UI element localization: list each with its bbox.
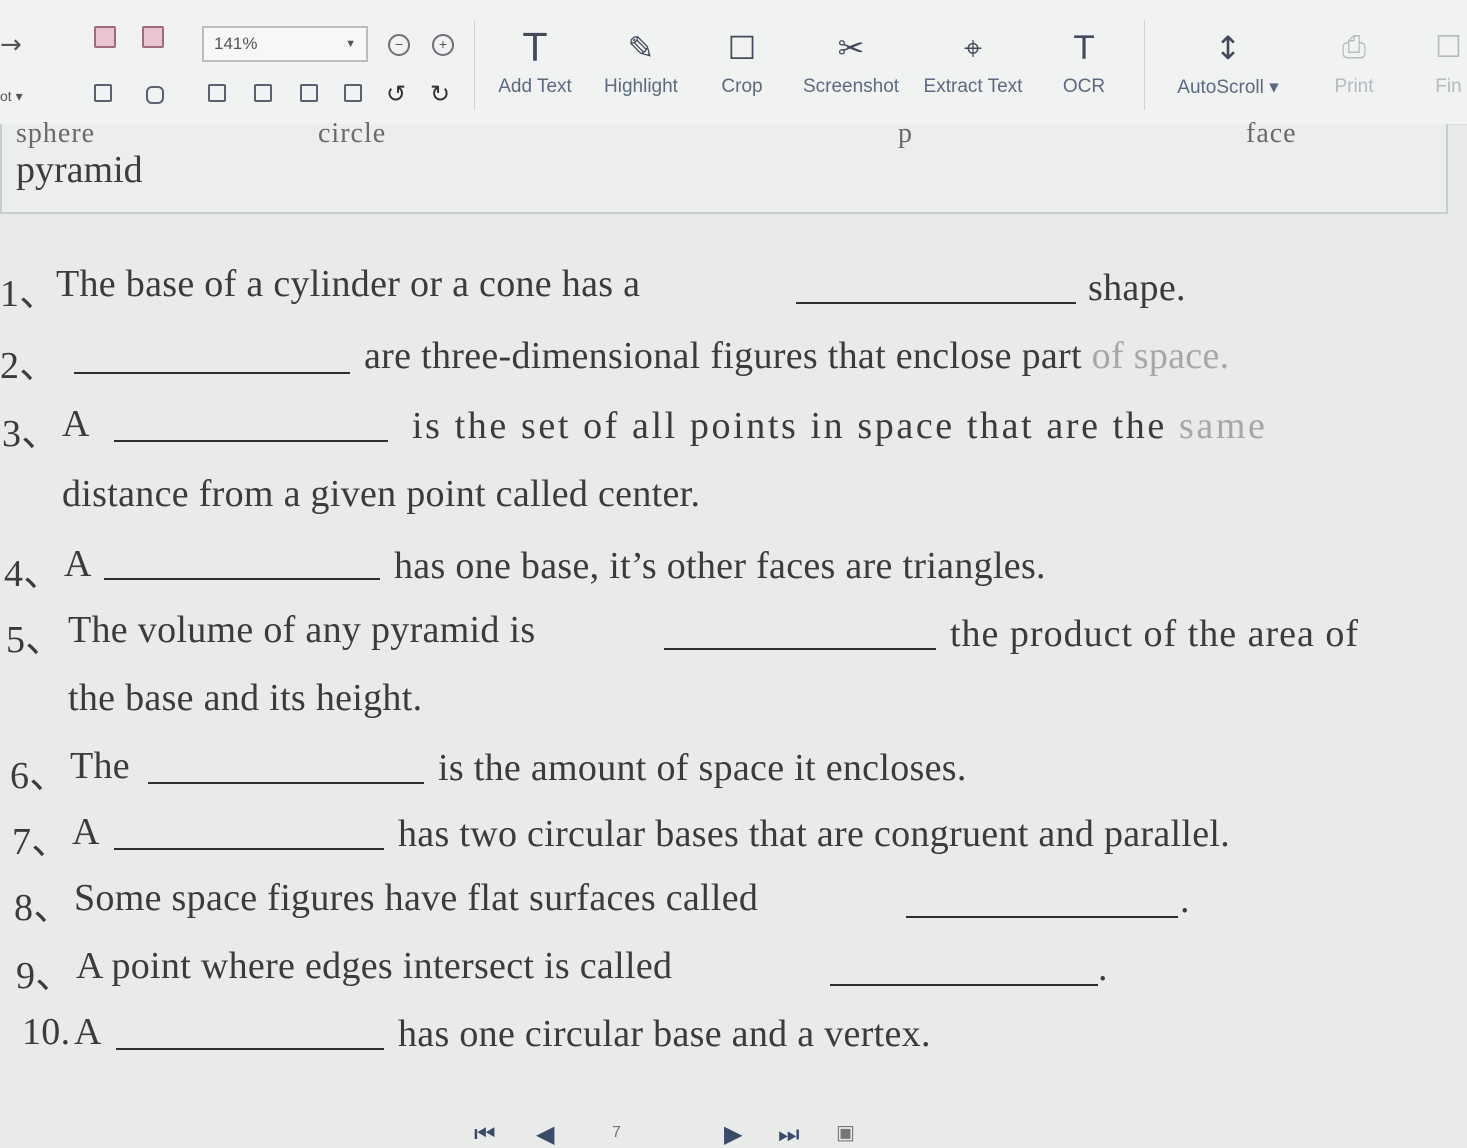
question-text: distance from a given point called cente… — [62, 473, 701, 515]
answer-blank[interactable] — [664, 648, 936, 650]
print-button[interactable]: ⎙ Print — [1326, 24, 1382, 98]
print-icon: ⎙ — [1342, 30, 1366, 65]
answer-blank[interactable] — [104, 578, 380, 580]
find-icon: ☐ — [1435, 30, 1462, 65]
question-text: the product of the area of — [950, 613, 1359, 655]
question-text: A — [72, 811, 100, 853]
find-button[interactable]: ☐ Fin — [1430, 24, 1467, 98]
answer-blank[interactable] — [114, 440, 388, 442]
page-layout-icon[interactable]: ▣ — [836, 1120, 855, 1144]
question-text: the base and its height. — [68, 677, 423, 719]
question-text: A point where edges intersect is called — [76, 945, 673, 987]
question-text: shape. — [1088, 267, 1186, 309]
word-bank-item: p — [898, 118, 913, 149]
question-text: A — [64, 543, 92, 585]
screenshot-icon: ✂ — [837, 29, 865, 67]
answer-blank[interactable] — [796, 302, 1076, 304]
last-page-icon[interactable]: ⏭ — [778, 1120, 800, 1148]
word-bank-item: pyramid — [16, 149, 143, 191]
answer-blank[interactable] — [114, 848, 384, 850]
crop-icon: ☐ — [727, 29, 757, 67]
question-text: The — [70, 745, 130, 787]
answer-blank[interactable] — [116, 1048, 384, 1050]
question-text: Some space figures have flat surfaces ca… — [74, 877, 759, 919]
word-bank-item: face — [1246, 118, 1297, 149]
question-number: 1、 — [0, 273, 58, 315]
first-page-icon[interactable]: ⏮ — [474, 1120, 496, 1148]
highlight-icon: ✎ — [627, 29, 655, 67]
actual-size-icon[interactable] — [300, 84, 318, 102]
question-number: 6、 — [10, 755, 68, 797]
extract-text-button[interactable]: ⌖ Extract Text — [918, 24, 1028, 98]
question-text: A — [62, 403, 90, 445]
ocr-button[interactable]: T OCR — [1058, 24, 1110, 98]
left-menu-label[interactable]: ot ▾ — [0, 88, 23, 105]
text-icon: T — [523, 26, 547, 70]
single-page-view-icon[interactable] — [94, 26, 116, 48]
scroll-mode-icon[interactable] — [146, 86, 164, 104]
question-number: 3、 — [2, 413, 60, 455]
question-number: 10. — [22, 1011, 71, 1053]
double-page-view-icon[interactable] — [142, 26, 164, 48]
answer-blank[interactable] — [906, 916, 1178, 918]
zoom-select[interactable]: 141% ▼ — [202, 26, 368, 62]
question-number: 7、 — [12, 821, 70, 863]
question-number: 9、 — [16, 955, 74, 997]
question-text: is the amount of space it encloses. — [438, 747, 967, 789]
ocr-icon: T — [1074, 29, 1094, 67]
fit-page-icon[interactable] — [208, 84, 226, 102]
word-bank-item: circle — [318, 118, 387, 149]
zoom-value: 141% — [214, 34, 258, 53]
question-text: . — [1180, 879, 1190, 921]
answer-blank[interactable] — [148, 782, 424, 784]
grid-view-icon[interactable] — [94, 84, 112, 102]
question-text: has one circular base and a vertex. — [398, 1013, 931, 1055]
autoscroll-icon: ↕ — [1214, 29, 1242, 67]
question-text: A — [74, 1011, 102, 1053]
highlight-button[interactable]: ✎ Highlight — [596, 24, 686, 98]
rotate-right-icon[interactable]: ↻ — [430, 80, 450, 108]
question-text: . — [1098, 947, 1108, 989]
fit-width-icon[interactable] — [254, 84, 272, 102]
answer-blank[interactable] — [74, 372, 350, 374]
question-text: has two circular bases that are congruen… — [398, 813, 1231, 855]
question-text: The volume of any pyramid is — [68, 609, 536, 651]
question-text: The base of a cylinder or a cone has a — [56, 263, 641, 305]
full-screen-icon[interactable] — [344, 84, 362, 102]
question-number: 2、 — [0, 345, 58, 387]
next-page-icon[interactable]: ▶ — [724, 1120, 742, 1148]
toolbar: → ot ▾ 141% ▼ − + ↺ ↻ T Add Text ✎ Highl… — [0, 0, 1467, 125]
question-number: 5、 — [6, 619, 64, 661]
toolbar-separator — [1144, 20, 1145, 110]
screenshot-button[interactable]: ✂ Screenshot — [798, 24, 904, 98]
autoscroll-button[interactable]: ↕ AutoScroll ▾ — [1166, 24, 1290, 99]
extract-text-icon: ⌖ — [963, 29, 983, 67]
chevron-down-icon: ▼ — [345, 38, 356, 50]
question-number: 4、 — [4, 553, 62, 595]
page-number-input[interactable]: 7 — [612, 1124, 682, 1142]
question-text: are three-dimensional figures that enclo… — [364, 335, 1230, 377]
question-text: is the set of all points in space that a… — [412, 405, 1268, 447]
rotate-left-icon[interactable]: ↺ — [386, 80, 406, 108]
question-number: 8、 — [14, 887, 72, 929]
word-bank-item: sphere — [16, 118, 96, 149]
crop-button[interactable]: ☐ Crop — [712, 24, 772, 98]
zoom-out-icon[interactable]: − — [388, 34, 410, 56]
question-text: has one base, it’s other faces are trian… — [394, 545, 1046, 587]
previous-page-icon[interactable]: ◀ — [536, 1120, 554, 1148]
word-bank: sphere circle p face pyramid — [0, 118, 1448, 214]
toolbar-separator — [474, 20, 475, 110]
answer-blank[interactable] — [830, 984, 1098, 986]
add-text-button[interactable]: T Add Text — [494, 24, 576, 98]
back-arrow-icon[interactable]: → — [0, 30, 22, 60]
zoom-in-icon[interactable]: + — [432, 34, 454, 56]
